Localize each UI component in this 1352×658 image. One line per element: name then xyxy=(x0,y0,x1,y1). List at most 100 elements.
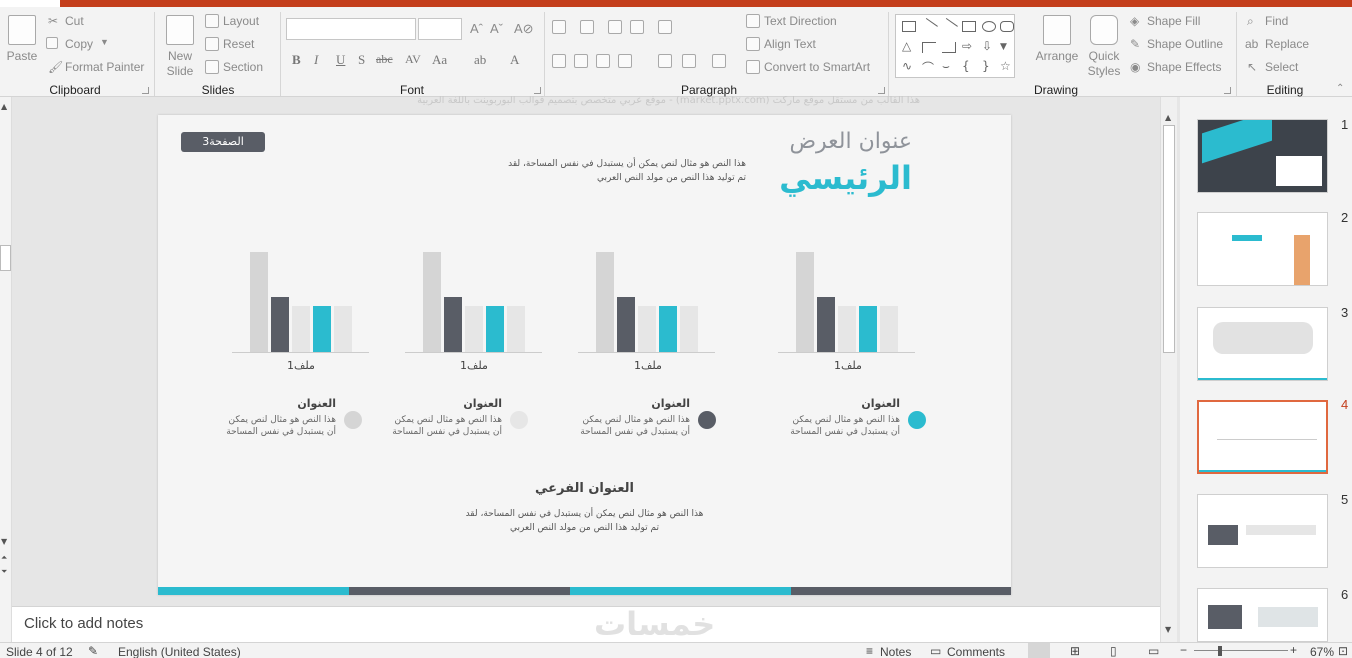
find-button[interactable]: Find xyxy=(1265,14,1288,28)
highlight-icon[interactable]: ab xyxy=(474,52,486,68)
shape-fill-button[interactable]: Shape Fill xyxy=(1147,14,1200,28)
find-icon[interactable]: ⌕ xyxy=(1247,14,1254,29)
scroll-up-icon[interactable]: ▲ xyxy=(1,102,7,111)
arrange-button[interactable]: Arrange xyxy=(1030,49,1084,63)
increase-indent-icon[interactable] xyxy=(630,20,644,34)
comments-button[interactable]: Comments xyxy=(947,645,1005,658)
scroll-down-icon[interactable]: ▼ xyxy=(1,537,7,546)
replace-button[interactable]: Replace xyxy=(1265,37,1309,51)
bullets-icon[interactable] xyxy=(552,20,566,34)
arrange-icon[interactable] xyxy=(1043,15,1071,45)
reading-view-icon[interactable]: ▯ xyxy=(1110,644,1117,658)
fit-slide-icon[interactable]: ⊡ xyxy=(1338,644,1348,658)
slide-canvas[interactable]: الصفحة3 عنوان العرض الرئيسي هذا النص هو … xyxy=(158,115,1011,595)
align-left-icon[interactable] xyxy=(552,54,566,68)
zoom-in-icon[interactable]: + xyxy=(1290,643,1297,657)
paste-icon[interactable] xyxy=(8,15,36,45)
more-shapes-icon[interactable]: ▼ xyxy=(1000,42,1014,53)
format-painter-button[interactable]: Format Painter xyxy=(65,60,144,74)
section-button[interactable]: Section xyxy=(223,60,263,74)
rounded-rect-shape-icon[interactable] xyxy=(1000,21,1014,32)
align-text-icon[interactable] xyxy=(746,37,760,51)
spell-check-icon[interactable]: ✎ xyxy=(88,644,98,658)
prev-slide-icon[interactable]: ⏶ xyxy=(1,553,7,563)
notes-icon[interactable]: ≡ xyxy=(866,644,873,658)
quick-styles-button[interactable]: Quick xyxy=(1080,49,1128,63)
select-icon[interactable]: ↖ xyxy=(1247,60,1257,74)
slide-thumbnail[interactable] xyxy=(1197,588,1328,642)
down-arrow-shape-icon[interactable]: ⇩ xyxy=(982,39,996,53)
next-slide-icon[interactable]: ⏷ xyxy=(1,567,7,577)
slide-thumbnail-active[interactable] xyxy=(1197,400,1328,474)
clipboard-launcher-icon[interactable] xyxy=(142,87,149,94)
brace-right-shape-icon[interactable]: } xyxy=(982,59,996,73)
align-text-button[interactable]: Align Text xyxy=(764,37,816,51)
reset-button[interactable]: Reset xyxy=(223,37,254,51)
grow-font-icon[interactable]: Aˆ xyxy=(470,21,483,36)
scroll-down-icon[interactable]: ▼ xyxy=(1165,625,1171,634)
slideshow-icon[interactable]: ▭ xyxy=(1148,644,1159,658)
reset-icon[interactable] xyxy=(205,37,219,51)
slide-thumbnail[interactable] xyxy=(1197,307,1328,381)
scroll-thumb[interactable] xyxy=(1163,125,1175,353)
shape-outline-icon[interactable]: ✎ xyxy=(1130,37,1140,51)
left-scroll-thumb[interactable] xyxy=(0,245,11,271)
shapes-gallery[interactable]: △ ⇨ ⇩ ▼ ∿ ⌒ ⌣ { } ☆ xyxy=(895,14,1015,78)
right-arrow-shape-icon[interactable]: ⇨ xyxy=(962,39,976,53)
new-slide-icon[interactable] xyxy=(166,15,194,45)
text-direction-button[interactable]: Text Direction xyxy=(764,14,837,28)
rectangle-shape-icon[interactable] xyxy=(962,21,976,32)
cut-icon[interactable]: ✂ xyxy=(48,14,58,28)
oval-shape-icon[interactable] xyxy=(982,21,996,32)
new-slide-button-line2[interactable]: Slide xyxy=(158,64,202,78)
shrink-font-icon[interactable]: Aˇ xyxy=(490,21,503,36)
normal-view-icon[interactable] xyxy=(1028,643,1050,658)
notes-placeholder[interactable]: Click to add notes xyxy=(24,615,143,632)
zoom-level[interactable]: 67% xyxy=(1310,645,1334,658)
curve-shape-icon[interactable]: ⌒ xyxy=(922,61,936,75)
slide-thumbnail[interactable] xyxy=(1197,494,1328,568)
smartart-icon[interactable] xyxy=(746,60,760,74)
cut-button[interactable]: Cut xyxy=(65,14,84,28)
select-button[interactable]: Select xyxy=(1265,60,1298,74)
brace-left-shape-icon[interactable]: { xyxy=(962,59,976,73)
font-launcher-icon[interactable] xyxy=(534,87,541,94)
align-center-icon[interactable] xyxy=(574,54,588,68)
notes-button[interactable]: Notes xyxy=(880,645,911,658)
arrow-shape-icon[interactable] xyxy=(940,17,958,36)
replace-icon[interactable]: ab xyxy=(1245,37,1258,51)
decrease-indent-icon[interactable] xyxy=(608,20,622,34)
char-spacing-button[interactable]: AV xyxy=(405,52,421,67)
left-scrollbar[interactable]: ▲ ▼ ⏶ ⏷ xyxy=(0,97,12,642)
freeform-shape-icon[interactable]: ∿ xyxy=(902,59,916,73)
section-icon[interactable] xyxy=(205,60,219,74)
slide-info[interactable]: Slide 4 of 12 xyxy=(6,645,73,658)
textbox-shape-icon[interactable] xyxy=(902,21,916,32)
shape-outline-button[interactable]: Shape Outline xyxy=(1147,37,1223,51)
shadow-button[interactable]: S xyxy=(358,52,365,68)
strikethrough-button[interactable]: abc xyxy=(376,52,393,67)
scroll-up-icon[interactable]: ▲ xyxy=(1165,113,1171,122)
new-slide-button[interactable]: New xyxy=(158,49,202,63)
arc-shape-icon[interactable]: ⌣ xyxy=(942,59,956,73)
quick-styles-icon[interactable] xyxy=(1090,15,1118,45)
layout-icon[interactable] xyxy=(205,14,219,28)
columns-icon[interactable] xyxy=(712,54,726,68)
bold-button[interactable]: B xyxy=(292,52,301,68)
quick-styles-button-line2[interactable]: Styles xyxy=(1080,64,1128,78)
connector-shape-icon[interactable] xyxy=(942,42,956,53)
shape-effects-icon[interactable]: ◉ xyxy=(1130,60,1140,74)
zoom-slider[interactable] xyxy=(1194,650,1288,651)
italic-button[interactable]: I xyxy=(314,52,318,68)
change-case-button[interactable]: Aa xyxy=(432,52,447,68)
align-right-icon[interactable] xyxy=(596,54,610,68)
shape-effects-button[interactable]: Shape Effects xyxy=(1147,60,1222,74)
collapse-ribbon-icon[interactable]: ⌃ xyxy=(1336,83,1344,94)
clear-format-icon[interactable]: A⊘ xyxy=(514,21,534,37)
paste-button[interactable]: Paste xyxy=(0,49,44,63)
drawing-launcher-icon[interactable] xyxy=(1224,87,1231,94)
convert-smartart-button[interactable]: Convert to SmartArt xyxy=(764,60,870,74)
zoom-slider-thumb[interactable] xyxy=(1218,646,1222,656)
triangle-shape-icon[interactable]: △ xyxy=(902,39,916,53)
copy-dropdown-icon[interactable]: ▼ xyxy=(100,37,109,47)
